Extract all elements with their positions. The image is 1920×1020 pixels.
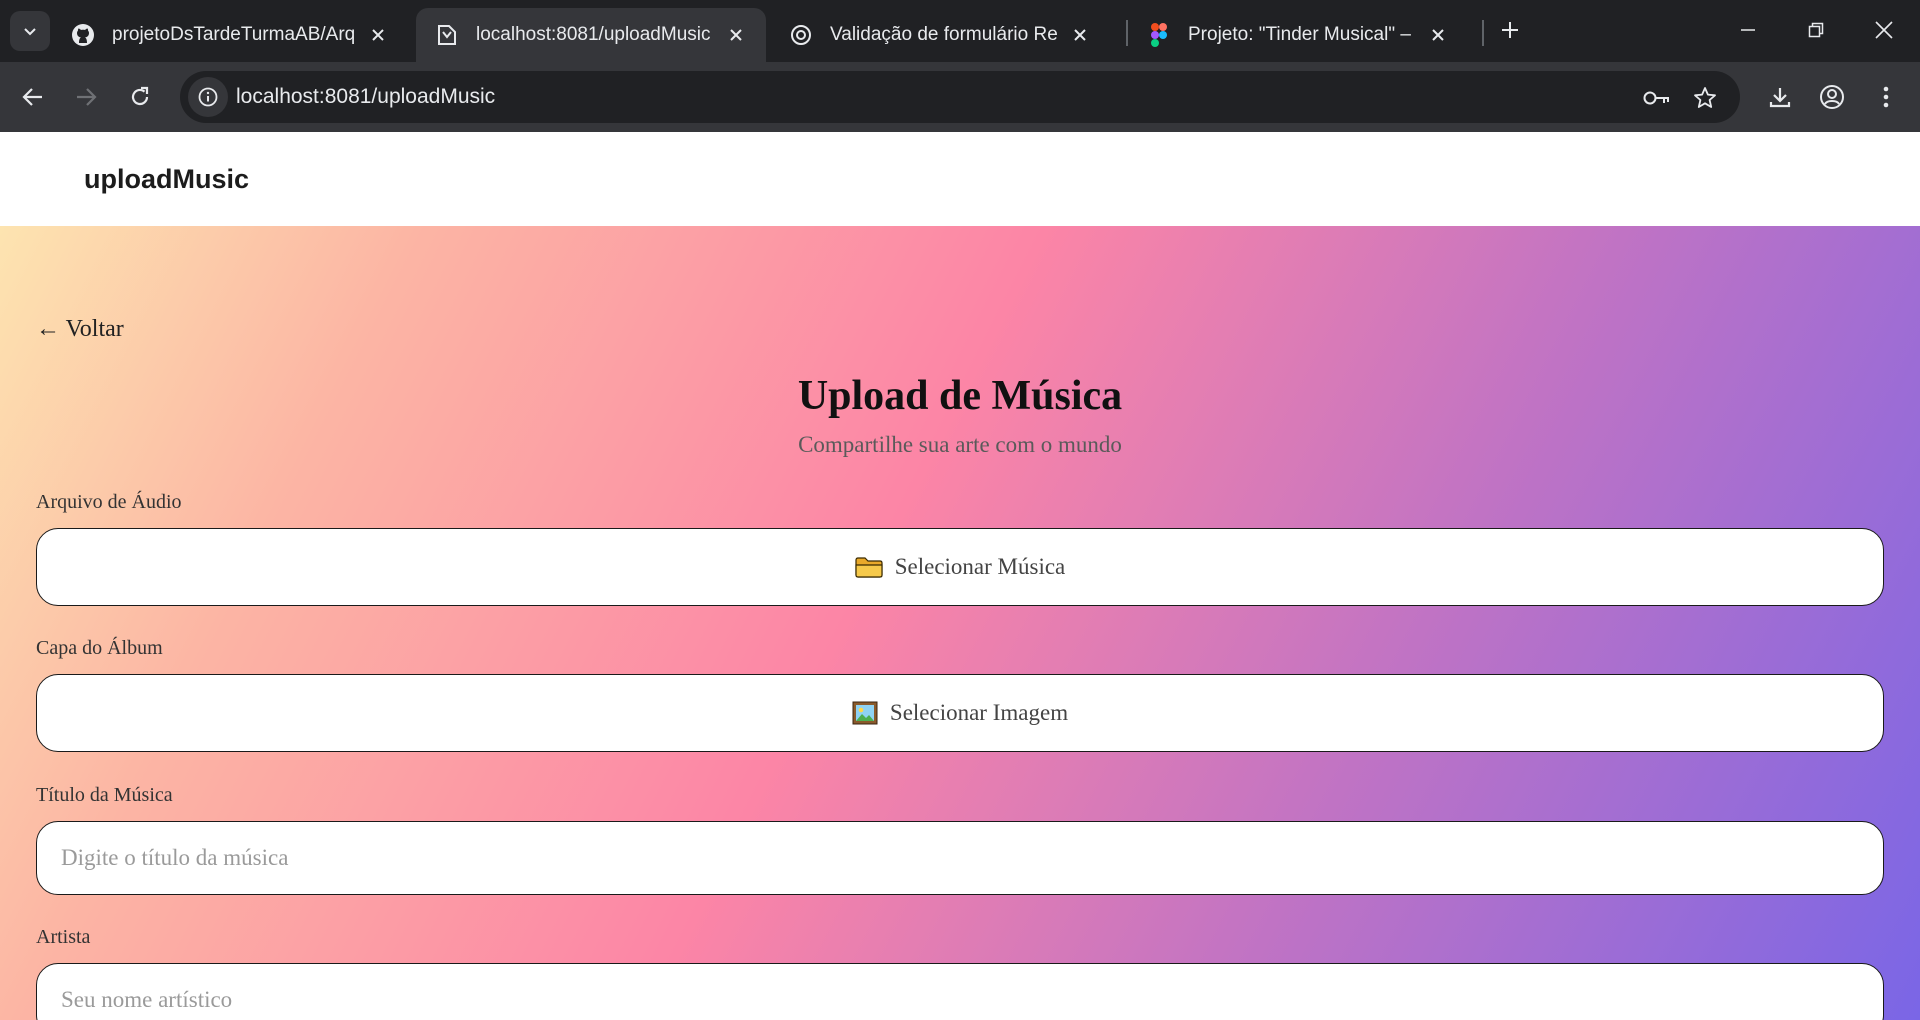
minimize-icon	[1741, 29, 1755, 31]
tab-title: Projeto: "Tinder Musical" – Figma	[1188, 24, 1416, 45]
page-title: Upload de Música	[797, 373, 1123, 419]
info-icon	[198, 87, 218, 107]
address-bar[interactable]: localhost:8081/uploadMusic	[180, 71, 1740, 123]
reload-button[interactable]	[122, 79, 158, 115]
minimize-button[interactable]	[1724, 8, 1772, 52]
tab-search-button[interactable]	[10, 11, 50, 51]
tab-title: Validação de formulário React	[830, 24, 1058, 45]
back-link[interactable]: ← Voltar	[36, 316, 124, 343]
arrow-right-icon	[77, 88, 97, 106]
select-image-button[interactable]: Selecionar Imagem	[36, 674, 1884, 752]
restore-button[interactable]	[1792, 8, 1840, 52]
song-title-label: Título da Música	[36, 784, 173, 806]
artist-label: Artista	[36, 926, 91, 948]
chevron-down-icon	[24, 28, 36, 36]
back-button[interactable]	[15, 79, 51, 115]
select-music-label: Selecionar Música	[894, 554, 1066, 579]
close-icon[interactable]	[1426, 23, 1450, 47]
tab-separator	[1482, 20, 1484, 46]
tab-github[interactable]: projetoDsTardeTurmaAB/Arquivo	[52, 8, 408, 62]
expo-icon	[434, 22, 460, 48]
close-icon[interactable]	[1068, 23, 1092, 47]
downloads-button[interactable]	[1762, 79, 1798, 115]
upload-form-screen: ← Voltar Upload de Música Compartilhe su…	[0, 226, 1920, 1020]
tab-title: projetoDsTardeTurmaAB/Arquivo	[112, 24, 356, 45]
close-icon[interactable]	[724, 23, 748, 47]
more-vertical-icon	[1883, 86, 1889, 108]
song-title-input[interactable]	[36, 821, 1884, 895]
plus-icon	[1502, 22, 1518, 38]
address-text: localhost:8081/uploadMusic	[236, 85, 496, 108]
select-image-label: Selecionar Imagem	[889, 700, 1069, 725]
close-icon	[1875, 21, 1893, 39]
select-music-button[interactable]: Selecionar Música	[36, 528, 1884, 606]
tab-upload-music[interactable]: localhost:8081/uploadMusic	[416, 8, 766, 62]
download-icon	[1769, 88, 1791, 108]
tab-chatgpt[interactable]: Validação de formulário React	[770, 8, 1110, 62]
bookmark-star-icon[interactable]	[1690, 83, 1720, 113]
app-header: uploadMusic	[0, 132, 1920, 226]
new-tab-button[interactable]	[1494, 14, 1526, 46]
profile-button[interactable]	[1814, 79, 1850, 115]
forward-button[interactable]	[68, 79, 104, 115]
github-icon	[70, 22, 96, 48]
arrow-left-icon	[22, 88, 42, 106]
tab-figma[interactable]: Projeto: "Tinder Musical" – Figma	[1128, 8, 1468, 62]
restore-icon	[1808, 22, 1824, 38]
site-info-button[interactable]	[188, 77, 228, 117]
profile-icon	[1820, 85, 1844, 109]
close-window-button[interactable]	[1860, 8, 1908, 52]
folder-icon	[855, 556, 883, 578]
page-subtitle: Compartilhe sua arte com o mundo	[798, 432, 1122, 457]
close-icon[interactable]	[366, 23, 390, 47]
app-header-title: uploadMusic	[84, 164, 250, 194]
password-key-icon[interactable]	[1642, 83, 1672, 113]
framed-picture-icon	[852, 701, 878, 725]
album-cover-label: Capa do Álbum	[36, 637, 163, 659]
tab-title: localhost:8081/uploadMusic	[476, 24, 711, 45]
web-page: uploadMusic ← Voltar Upload de Música Co…	[0, 132, 1920, 1020]
browser-tab-bar: projetoDsTardeTurmaAB/Arquivo localhost:…	[0, 0, 1920, 62]
figma-icon	[1146, 22, 1172, 48]
audio-file-label: Arquivo de Áudio	[36, 491, 182, 513]
artist-input[interactable]	[36, 963, 1884, 1020]
reload-icon	[131, 86, 149, 106]
menu-button[interactable]	[1868, 79, 1904, 115]
browser-toolbar: localhost:8081/uploadMusic	[0, 62, 1920, 132]
chatgpt-icon	[788, 22, 814, 48]
